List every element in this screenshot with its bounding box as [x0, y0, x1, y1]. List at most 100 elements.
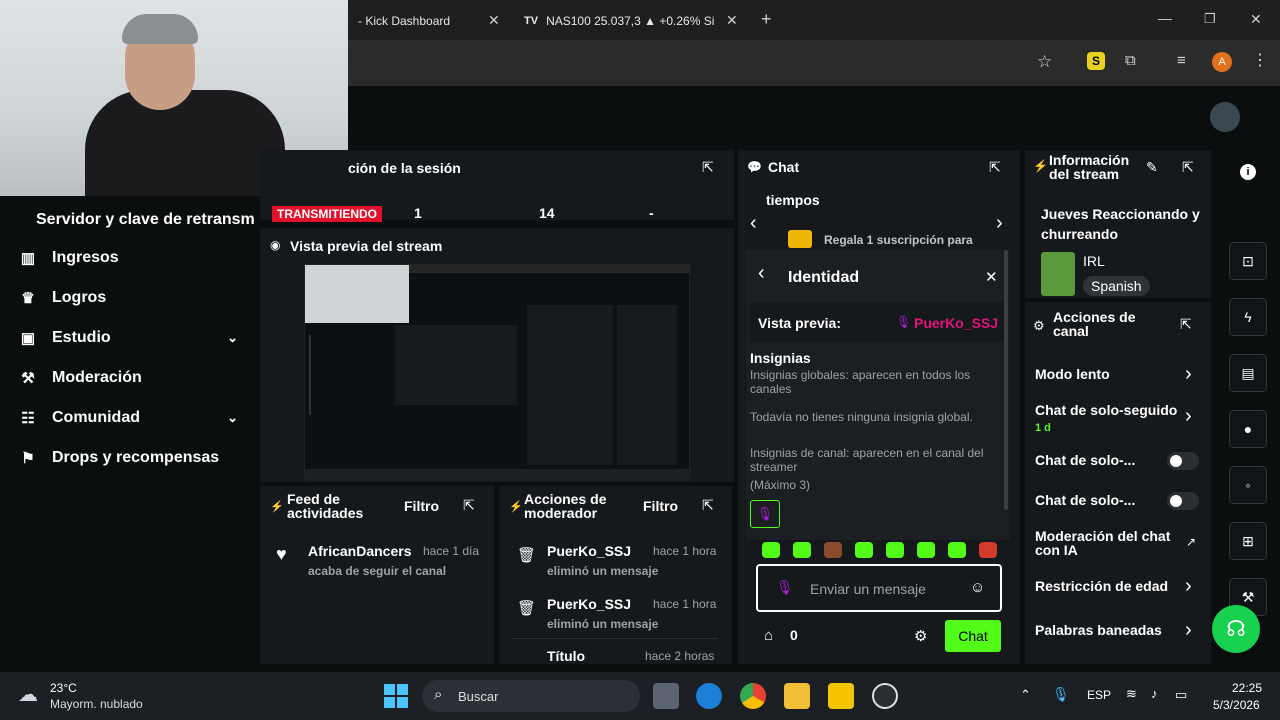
sidebar-item-logros[interactable]: ♛ Logros — [18, 289, 106, 307]
action-followers-only[interactable]: Chat de solo-seguido 1 d › — [1035, 402, 1201, 436]
tab-nas100[interactable]: TV NAS100 25.037,3 ▲ +0.26% Sin — [524, 6, 714, 36]
clock-time[interactable]: 22:25 — [1232, 681, 1262, 695]
clock-date[interactable]: 5/3/2026 — [1213, 698, 1260, 712]
toggle-switch[interactable] — [1167, 452, 1199, 470]
support-headset-button[interactable]: ☊ — [1212, 605, 1260, 653]
category-name[interactable]: IRL — [1083, 253, 1105, 269]
channel-badge-slot[interactable]: 🎙 — [750, 500, 780, 528]
notes-rail-button[interactable]: ▤ — [1229, 354, 1267, 392]
profile-avatar[interactable]: A — [1212, 52, 1232, 72]
toggle-switch[interactable] — [1167, 492, 1199, 510]
popout-icon[interactable]: ⇱ — [1180, 316, 1192, 333]
chevron-right-icon[interactable]: › — [996, 212, 1003, 235]
media-icon[interactable]: ≡ — [1177, 52, 1186, 69]
wifi-icon[interactable]: ≋ — [1126, 686, 1137, 702]
new-tab-button[interactable]: + — [761, 9, 772, 30]
sidebar-item-drops[interactable]: ⚑ Drops y recompensas — [18, 449, 219, 467]
sidebar-item-comunidad[interactable]: ☷ Comunidad ⌄ — [18, 409, 238, 427]
exness-icon[interactable] — [828, 683, 854, 709]
user-avatar[interactable] — [1210, 102, 1240, 132]
sidebar-header[interactable]: Servidor y clave de retransm — [36, 211, 255, 229]
action-sub-only[interactable]: Chat de solo-... — [1035, 452, 1201, 472]
tab-title: - Kick Dashboard — [358, 14, 451, 28]
popout-icon[interactable]: ⇱ — [463, 497, 475, 514]
battery-icon[interactable]: ▭ — [1175, 687, 1187, 703]
broadcast-rail-button[interactable]: ◦ — [1229, 466, 1267, 504]
send-chat-button[interactable]: Chat — [945, 620, 1001, 652]
layout-rail-button[interactable]: ⊞ — [1229, 522, 1267, 560]
action-ai-moderation[interactable]: Moderación del chat con IA ↗ — [1035, 529, 1201, 559]
sidebar-item-moderacion[interactable]: ⚒ Moderación — [18, 369, 142, 387]
close-window-icon[interactable]: ✕ — [1250, 11, 1262, 28]
emote-icon[interactable] — [762, 542, 780, 558]
close-icon[interactable]: ✕ — [985, 268, 998, 286]
minimize-icon[interactable]: — — [1158, 10, 1172, 26]
emote-icon[interactable] — [979, 542, 997, 558]
emote-icon[interactable] — [886, 542, 904, 558]
tab-kick-dashboard[interactable]: - Kick Dashboard — [358, 6, 450, 36]
popout-icon[interactable]: ⇱ — [989, 159, 1001, 176]
extension-icon[interactable]: S — [1087, 52, 1105, 70]
popout-icon[interactable]: ⇱ — [702, 159, 714, 176]
mod-user[interactable]: PuerKo_SSJ — [547, 596, 631, 612]
emote-icon[interactable] — [917, 542, 935, 558]
edge-icon[interactable] — [696, 683, 722, 709]
bolt-rail-button[interactable]: ϟ — [1229, 298, 1267, 336]
back-icon[interactable]: ‹ — [758, 262, 765, 285]
obs-icon[interactable] — [872, 683, 898, 709]
close-tab-icon[interactable]: ✕ — [488, 12, 500, 29]
popout-icon[interactable]: ⇱ — [702, 497, 714, 514]
taskbar-search[interactable]: ⌕ Buscar — [422, 680, 640, 712]
camera-rail-button[interactable]: ⊡ — [1229, 242, 1267, 280]
sub-gift-text: Regala 1 suscripción para — [824, 233, 973, 247]
action-slow-mode[interactable]: Modo lento › — [1035, 363, 1201, 386]
close-tab-icon[interactable]: ✕ — [726, 12, 738, 29]
puzzle-icon[interactable]: ⧉ — [1125, 52, 1136, 69]
activity-user[interactable]: AfricanDancers — [308, 543, 412, 559]
sidebar-item-ingresos[interactable]: ▥ Ingresos — [18, 249, 119, 267]
emote-icon[interactable] — [948, 542, 966, 558]
camera-icon: ⊡ — [1242, 252, 1254, 269]
sidebar-item-label: Drops y recompensas — [52, 449, 220, 466]
mic-icon: 🎙 — [776, 579, 794, 595]
action-age-restriction[interactable]: Restricción de edad › — [1035, 575, 1201, 598]
filter-button[interactable]: Filtro — [404, 498, 439, 514]
gift-icon — [788, 230, 812, 248]
chevron-up-icon[interactable]: ⌃ — [1020, 687, 1031, 703]
emoji-icon[interactable]: ☺ — [970, 579, 985, 596]
emote-icon[interactable] — [855, 542, 873, 558]
chat-bubble-icon: 💬 — [747, 160, 762, 174]
weather-temp[interactable]: 23°C — [50, 681, 77, 695]
emote-icon[interactable] — [793, 542, 811, 558]
tab-title: NAS100 25.037,3 ▲ +0.26% Sin — [546, 14, 714, 28]
action-emote-only[interactable]: Chat de solo-... — [1035, 492, 1201, 512]
store-icon[interactable]: ⌂ — [764, 627, 773, 644]
action-banned-words[interactable]: Palabras baneadas › — [1035, 619, 1201, 642]
mod-user[interactable]: PuerKo_SSJ — [547, 543, 631, 559]
popout-icon[interactable]: ⇱ — [1182, 159, 1194, 176]
channel-badges-max: (Máximo 3) — [750, 478, 811, 492]
stream-preview-video[interactable] — [304, 264, 691, 481]
volume-icon[interactable]: ♪ — [1151, 686, 1158, 701]
scrollbar[interactable] — [1004, 250, 1008, 510]
filter-button[interactable]: Filtro — [643, 498, 678, 514]
maximize-icon[interactable]: ❐ — [1204, 11, 1216, 27]
star-icon[interactable]: ☆ — [1037, 52, 1052, 72]
windows-start-icon[interactable] — [384, 684, 408, 708]
menu-icon[interactable]: ⋮ — [1252, 50, 1268, 70]
language-indicator[interactable]: ESP — [1087, 688, 1111, 702]
chrome-icon[interactable] — [740, 683, 766, 709]
task-view-icon[interactable] — [653, 683, 679, 709]
chat-input[interactable]: 🎙 Enviar un mensaje ☺ — [756, 564, 1002, 612]
info-icon[interactable]: i — [1240, 164, 1256, 180]
chat-config-icon: ⚙ — [1033, 318, 1045, 333]
sidebar-item-estudio[interactable]: ▣ Estudio ⌄ — [18, 329, 238, 347]
mic-icon[interactable]: 🎙 — [1052, 686, 1070, 703]
chat-rail-button[interactable]: ● — [1229, 410, 1267, 448]
edit-icon[interactable]: ✎ — [1146, 159, 1158, 176]
mod-user[interactable]: Título — [547, 648, 585, 664]
settings-icon[interactable]: ⚙ — [914, 627, 927, 645]
emote-icon[interactable] — [824, 542, 842, 558]
file-explorer-icon[interactable] — [784, 683, 810, 709]
chevron-left-icon[interactable]: ‹ — [750, 212, 757, 235]
